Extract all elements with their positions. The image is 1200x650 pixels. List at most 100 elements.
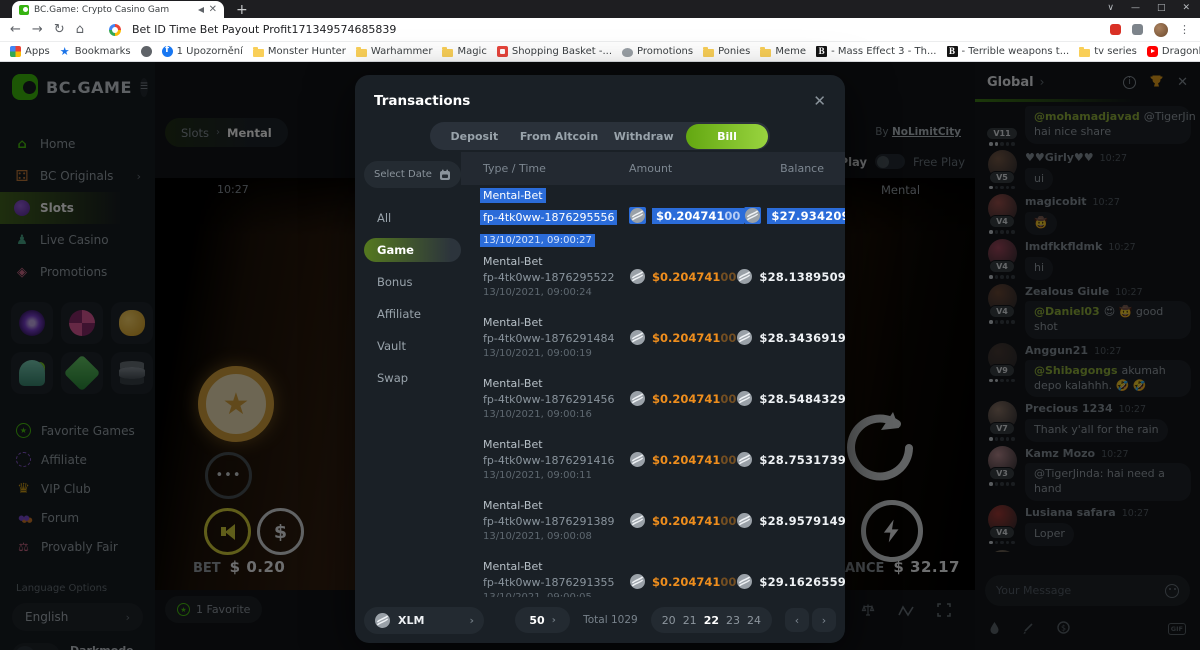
transaction-row[interactable]: Mental-Bet fp-4tk0ww-1876295556 13/10/20… — [461, 185, 845, 246]
transactions-modal: Transactions ✕ DepositFrom AltcoinWithdr… — [355, 75, 845, 643]
reload-icon[interactable]: ↻ — [54, 23, 65, 36]
tx-type: Mental-Bet — [483, 316, 629, 329]
window-minimize-icon[interactable]: — — [1131, 3, 1140, 13]
tx-amount: $0.20474100 — [652, 392, 736, 406]
bookmark-item[interactable]: tv series — [1079, 46, 1137, 57]
tab-audio-muted-icon[interactable] — [198, 7, 204, 13]
tx-id: fp-4tk0ww-1876291484 — [483, 332, 629, 345]
folder-icon — [356, 49, 367, 57]
bookmark-item[interactable]: Ponies — [703, 46, 750, 57]
tab-bill[interactable]: Bill — [686, 124, 768, 149]
transaction-row[interactable]: Mental-Bet fp-4tk0ww-1876291416 13/10/20… — [461, 429, 845, 490]
tx-type: Mental-Bet — [483, 499, 629, 512]
prev-page-button[interactable]: ‹ — [785, 608, 809, 632]
tab-withdraw[interactable]: Withdraw — [601, 124, 686, 149]
forward-icon[interactable]: → — [32, 23, 43, 36]
bookmark-item[interactable]: Promotions — [622, 46, 693, 57]
xlm-coin-icon — [737, 513, 752, 528]
bsquare-icon — [947, 46, 958, 57]
transaction-row[interactable]: Mental-Bet fp-4tk0ww-1876291484 13/10/20… — [461, 307, 845, 368]
tx-balance: $28.7531739 — [759, 453, 845, 467]
tx-time: 13/10/2021, 09:00:27 — [480, 234, 595, 247]
next-page-button[interactable]: › — [812, 608, 836, 632]
filter-game[interactable]: Game — [364, 238, 461, 262]
transaction-tabs: DepositFrom AltcoinWithdrawBill — [430, 122, 770, 150]
extension-icon[interactable] — [1110, 24, 1121, 35]
xlm-coin-icon — [737, 574, 752, 589]
xlm-coin-icon — [630, 452, 645, 467]
filter-all[interactable]: All — [364, 206, 461, 230]
filter-affiliate[interactable]: Affiliate — [364, 302, 461, 326]
tx-balance: $28.3436919 — [759, 331, 845, 345]
page-number[interactable]: 22 — [704, 614, 719, 627]
pagination: 20 21 22 23 24 — [651, 607, 772, 633]
page-number[interactable]: 21 — [683, 614, 697, 627]
paw-icon — [622, 48, 633, 57]
bookmark-item[interactable]: - Terrible weapons t... — [947, 46, 1070, 57]
page-number[interactable]: 20 — [662, 614, 676, 627]
bookmark-item[interactable] — [141, 46, 152, 57]
tx-id: fp-4tk0ww-1876291456 — [483, 393, 629, 406]
page-size-select[interactable]: 50 › — [515, 607, 570, 633]
folder-icon — [1079, 49, 1090, 57]
xlm-coin-icon — [630, 574, 645, 589]
page-number[interactable]: 23 — [726, 614, 740, 627]
xlm-coin-icon — [630, 208, 645, 223]
bookmark-item[interactable]: Warhammer — [356, 46, 433, 57]
filter-bonus[interactable]: Bonus — [364, 270, 461, 294]
xlm-coin-icon — [737, 269, 752, 284]
page-number[interactable]: 24 — [747, 614, 761, 627]
tx-time: 13/10/2021, 09:00:08 — [483, 531, 629, 542]
window-close-icon[interactable]: ✕ — [1182, 3, 1190, 13]
bookmark-item[interactable]: Dragonball Z: Battle... — [1147, 46, 1200, 57]
home-icon[interactable]: ⌂ — [76, 23, 84, 36]
tx-time: 13/10/2021, 09:00:16 — [483, 409, 629, 420]
table-header: Type / Time Amount Balance — [461, 152, 845, 185]
transaction-row[interactable]: Mental-Bet fp-4tk0ww-1876291389 13/10/20… — [461, 490, 845, 551]
basket-icon — [497, 46, 508, 57]
google-icon — [109, 24, 121, 36]
back-icon[interactable]: ← — [10, 23, 21, 36]
tab-from-altcoin[interactable]: From Altcoin — [517, 124, 602, 149]
tx-type: Mental-Bet — [483, 438, 629, 451]
tx-amount: $0.20474100 — [652, 208, 744, 224]
bookmark-item[interactable]: Magic — [442, 46, 486, 57]
globe-icon — [141, 46, 152, 57]
xlm-coin-icon — [375, 613, 390, 628]
url-bar[interactable]: Bet ID Time Bet Payout Profit17134957468… — [132, 23, 1099, 36]
transaction-row[interactable]: Mental-Bet fp-4tk0ww-1876291355 13/10/20… — [461, 551, 845, 597]
xlm-coin-icon — [630, 330, 645, 345]
browser-profile-avatar[interactable] — [1154, 23, 1168, 37]
window-maximize-icon[interactable]: □ — [1157, 3, 1166, 13]
tab-deposit[interactable]: Deposit — [432, 124, 517, 149]
tab-close-icon[interactable]: ✕ — [209, 5, 217, 15]
bookmark-item[interactable]: Monster Hunter — [253, 46, 346, 57]
tx-amount: $0.20474100 — [652, 331, 736, 345]
bookmark-item[interactable]: Bookmarks — [60, 46, 131, 57]
filter-swap[interactable]: Swap — [364, 366, 461, 390]
transaction-row[interactable]: Mental-Bet fp-4tk0ww-1876291456 13/10/20… — [461, 368, 845, 429]
browser-tab[interactable]: BC.Game: Crypto Casino Gam ✕ — [12, 1, 224, 18]
tx-time: 13/10/2021, 09:00:24 — [483, 287, 629, 298]
transaction-row[interactable]: Mental-Bet fp-4tk0ww-1876295522 13/10/20… — [461, 246, 845, 307]
folder-icon — [253, 49, 264, 57]
tx-id: fp-4tk0ww-1876295522 — [483, 271, 629, 284]
new-tab-button[interactable]: + — [236, 3, 248, 18]
bcgame-favicon-icon — [19, 5, 29, 15]
select-date-button[interactable]: Select Date — [364, 161, 461, 188]
transaction-filters: All Game Bonus Affiliate Vault Swap — [364, 206, 461, 390]
calendar-icon — [439, 169, 451, 181]
filter-vault[interactable]: Vault — [364, 334, 461, 358]
bookmark-item[interactable]: Meme — [760, 46, 806, 57]
apps-icon — [10, 46, 21, 57]
bookmark-item[interactable]: - Mass Effect 3 - Th... — [816, 46, 936, 57]
bookmark-item[interactable]: Shopping Basket -... — [497, 46, 612, 57]
browser-menu-icon[interactable]: ⋮ — [1179, 23, 1190, 36]
app-region: BC.GAME ☰ Home BC Originals › Slots Live… — [0, 62, 1200, 650]
bookmark-item[interactable]: 1 Upozornění — [162, 46, 243, 57]
currency-select[interactable]: XLM › — [364, 607, 484, 634]
extension-icon[interactable] — [1132, 24, 1143, 35]
modal-close-icon[interactable]: ✕ — [813, 92, 826, 110]
tab-search-icon[interactable]: ∨ — [1107, 3, 1114, 13]
bookmark-item[interactable]: Apps — [10, 46, 50, 57]
